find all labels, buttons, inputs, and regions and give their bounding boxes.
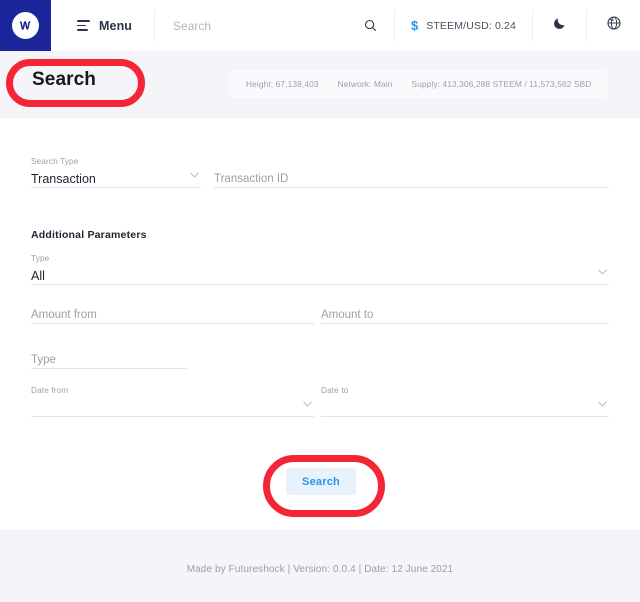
amount-to-input[interactable] [321,307,609,323]
chain-height: Height: 67,138,403 [246,79,319,89]
date-from-value[interactable] [31,400,314,416]
search-icon[interactable] [363,18,378,33]
menu-button[interactable]: Menu [51,0,154,51]
theme-toggle-button[interactable] [533,0,586,51]
chain-network: Network: Main [337,79,393,89]
language-button[interactable] [587,0,640,51]
type-select-value[interactable] [31,268,609,284]
moon-icon [552,16,567,36]
search-type-label: Search Type [31,157,79,166]
transaction-id-input[interactable] [214,171,609,187]
menu-label: Menu [99,18,133,33]
date-from-field: Date from [31,386,314,417]
type-select-field: Type [31,254,609,285]
date-to-field: Date to [321,386,609,417]
amount-to-field [321,304,609,324]
type-text-input[interactable] [31,352,187,368]
type-text-field [31,349,187,369]
page-footer: Made by Futureshock | Version: 0.0.4 | D… [0,530,640,602]
steem-price-indicator[interactable]: $ STEEM/USD: 0.24 [395,0,532,51]
dollar-icon: $ [410,18,419,33]
search-type-select[interactable] [31,168,201,188]
date-from-label: Date from [31,386,69,395]
footer-text: Made by Futureshock | Version: 0.0.4 | D… [186,564,454,575]
logo-button[interactable] [0,0,51,51]
amount-from-field [31,304,314,324]
global-search-area [155,0,394,51]
type-select-label: Type [31,254,50,263]
hamburger-icon [77,20,90,31]
date-to-value[interactable] [321,400,609,416]
global-search-input[interactable] [173,18,363,33]
globe-icon [606,15,622,36]
top-navigation-bar: Menu $ STEEM/USD: 0.24 [0,0,640,51]
type-select[interactable] [31,265,609,285]
amount-from-input[interactable] [31,307,314,323]
date-from-select[interactable] [31,397,314,417]
steem-logo-icon [12,12,39,39]
transaction-id-field [214,157,609,188]
date-to-select[interactable] [321,397,609,417]
price-label: STEEM/USD: 0.24 [426,19,516,32]
search-type-field: Search Type [31,157,201,188]
page-title: Search [32,69,96,90]
search-type-value[interactable] [31,171,201,187]
search-submit-button[interactable]: Search [286,468,356,495]
additional-parameters-heading: Additional Parameters [31,229,147,241]
chain-supply: Supply: 413,306,288 STEEM / 11,573,562 S… [411,79,592,89]
date-to-label: Date to [321,386,349,395]
blockchain-status-bar: Height: 67,138,403 Network: Main Supply:… [228,70,608,98]
